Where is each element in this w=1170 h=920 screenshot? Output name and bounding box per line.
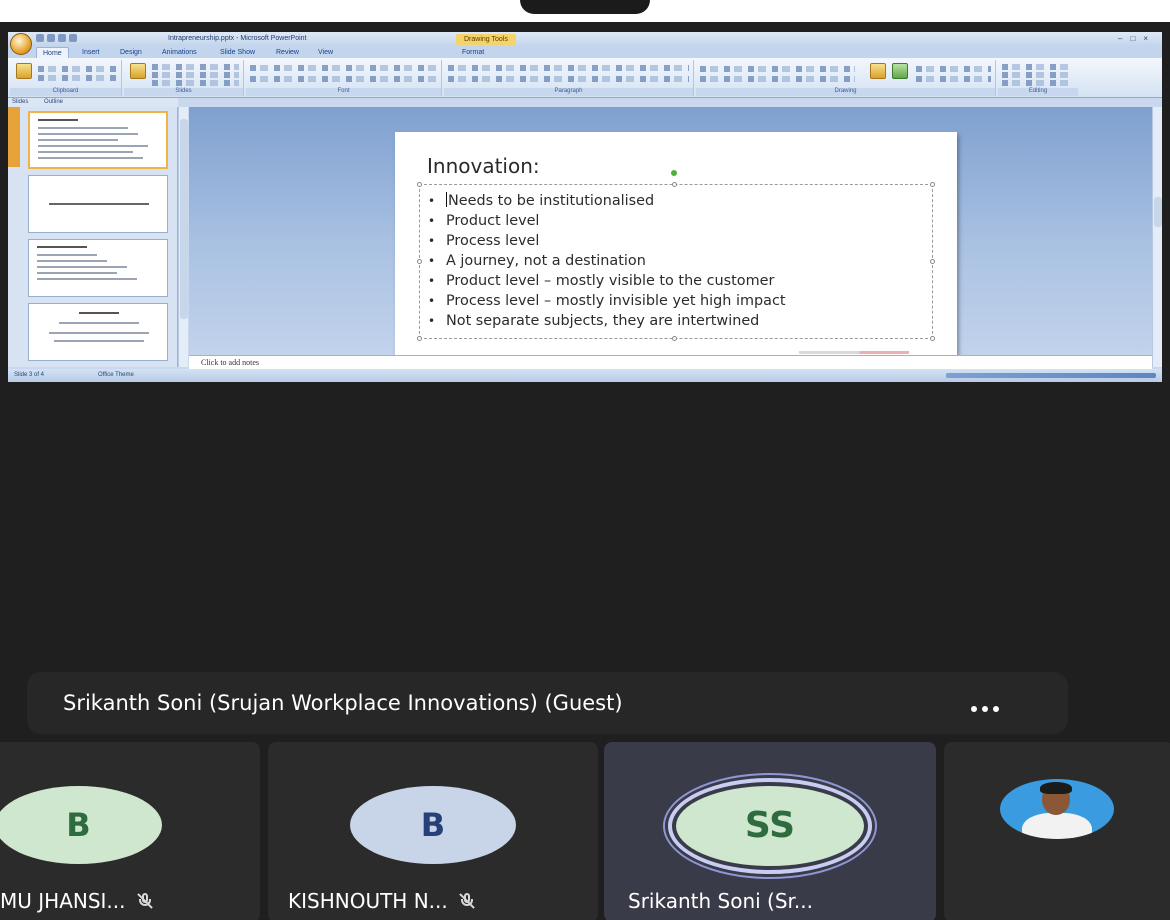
panel-tab-slides[interactable]: Slides — [12, 99, 28, 105]
slide-footer — [799, 351, 909, 354]
bullet-item[interactable]: • Process level – mostly invisible yet hi… — [428, 291, 786, 311]
bullet-item[interactable]: • Process level — [428, 231, 786, 251]
presenter-name: Srikanth Soni (Srujan Workplace Innovati… — [63, 691, 623, 715]
bullet-item[interactable]: • Needs to be institutionalised — [428, 191, 786, 211]
slide-thumbnails — [8, 107, 178, 367]
participant-tile-speaking[interactable]: SS Srikanth Soni (Sr... — [604, 742, 936, 920]
tab-review[interactable]: Review — [270, 47, 305, 58]
presenter-bar: Srikanth Soni (Srujan Workplace Innovati… — [27, 672, 1068, 734]
slide-thumbnail[interactable] — [28, 175, 168, 233]
quick-access-toolbar[interactable] — [36, 34, 106, 43]
group-label: Paragraph — [444, 88, 693, 96]
document-title: Intrapreneurship.pptx - Microsoft PowerP… — [168, 35, 307, 42]
group-paragraph: Paragraph — [444, 60, 694, 96]
panel-tab-outline[interactable]: Outline — [44, 99, 63, 105]
speaking-ring: SS — [668, 778, 872, 874]
tab-slide-show[interactable]: Slide Show — [214, 47, 261, 58]
bullet-list: • Needs to be institutionalised • Product … — [428, 191, 786, 331]
group-slides: Slides — [124, 60, 244, 96]
tab-animations[interactable]: Animations — [156, 47, 203, 58]
group-clipboard: Clipboard — [10, 60, 122, 96]
zoom-slider[interactable] — [946, 373, 1156, 378]
thumbnail-scrollbar[interactable] — [178, 107, 188, 367]
paste-icon[interactable] — [16, 63, 32, 79]
title-bar: Intrapreneurship.pptx - Microsoft PowerP… — [8, 32, 1162, 46]
group-drawing: Drawing — [696, 60, 996, 96]
group-editing: Editing — [998, 60, 1078, 96]
slide-thumbnail[interactable] — [28, 303, 168, 361]
cropped-fragment — [520, 0, 650, 14]
participant-photo-avatar — [1000, 779, 1114, 839]
mic-off-icon — [136, 892, 154, 910]
tab-insert[interactable]: Insert — [76, 47, 106, 58]
group-label: Font — [246, 88, 441, 96]
window-controls[interactable]: –□× — [1118, 34, 1156, 43]
participant-tile[interactable]: B MU JHANSI... — [0, 742, 260, 920]
contextual-tab[interactable]: Drawing Tools — [456, 34, 516, 45]
avatar: B — [350, 786, 516, 864]
participant-tile[interactable]: B KISHNOUTH N... — [268, 742, 598, 920]
slide-title[interactable]: Innovation: — [427, 154, 540, 178]
top-strip — [0, 0, 1170, 22]
ribbon: Clipboard Slides Font Paragraph Drawing … — [8, 58, 1162, 98]
tab-format[interactable]: Format — [456, 47, 490, 58]
avatar: SS — [676, 786, 864, 866]
group-font: Font — [246, 60, 442, 96]
group-label: Drawing — [696, 88, 995, 96]
tab-view[interactable]: View — [312, 47, 339, 58]
selection-accent — [8, 107, 20, 167]
bullet-item[interactable]: • Product level – mostly visible to the c… — [428, 271, 786, 291]
group-label: Editing — [998, 88, 1078, 96]
status-theme: Office Theme — [98, 372, 134, 378]
status-slide-count: Slide 3 of 4 — [14, 372, 45, 378]
notes-pane[interactable]: Click to add notes — [189, 355, 1152, 369]
office-button-icon[interactable] — [10, 33, 32, 55]
participant-name-row: MU JHANSI... — [0, 886, 154, 916]
arrange-icon[interactable] — [870, 63, 886, 79]
panel-tabs: Slides Outline — [8, 98, 178, 107]
more-options-icon[interactable] — [971, 699, 1004, 712]
avatar: B — [0, 786, 162, 864]
tab-design[interactable]: Design — [114, 47, 148, 58]
text-caret — [446, 192, 447, 207]
slide: Innovation: • Needs to be institutionalis… — [395, 132, 957, 362]
group-label: Slides — [124, 88, 243, 96]
tab-home[interactable]: Home — [36, 47, 69, 58]
shared-screen: Intrapreneurship.pptx - Microsoft PowerP… — [8, 32, 1162, 382]
slide-thumbnail[interactable] — [28, 111, 168, 169]
slide-thumbnail[interactable] — [28, 239, 168, 297]
new-slide-icon[interactable] — [130, 63, 146, 79]
bullet-item[interactable]: • A journey, not a destination — [428, 251, 786, 271]
participant-name-row: KISHNOUTH N... — [288, 886, 476, 916]
participant-name: KISHNOUTH N... — [288, 889, 448, 913]
quick-styles-icon[interactable] — [892, 63, 908, 79]
meeting-stage: Intrapreneurship.pptx - Microsoft PowerP… — [0, 22, 1170, 920]
participant-name: Srikanth Soni (Sr... — [628, 889, 813, 913]
group-label: Clipboard — [10, 88, 121, 96]
canvas-scrollbar[interactable] — [1152, 107, 1162, 367]
bullet-item[interactable]: • Product level — [428, 211, 786, 231]
mic-off-icon — [458, 892, 476, 910]
bullet-item[interactable]: • Not separate subjects, they are intertw… — [428, 311, 786, 331]
ribbon-tabs: Home Insert Design Animations Slide Show… — [8, 46, 1162, 58]
participant-name: MU JHANSI... — [0, 889, 126, 913]
rotation-handle[interactable] — [671, 170, 677, 176]
status-bar: Slide 3 of 4 Office Theme — [8, 369, 1162, 382]
